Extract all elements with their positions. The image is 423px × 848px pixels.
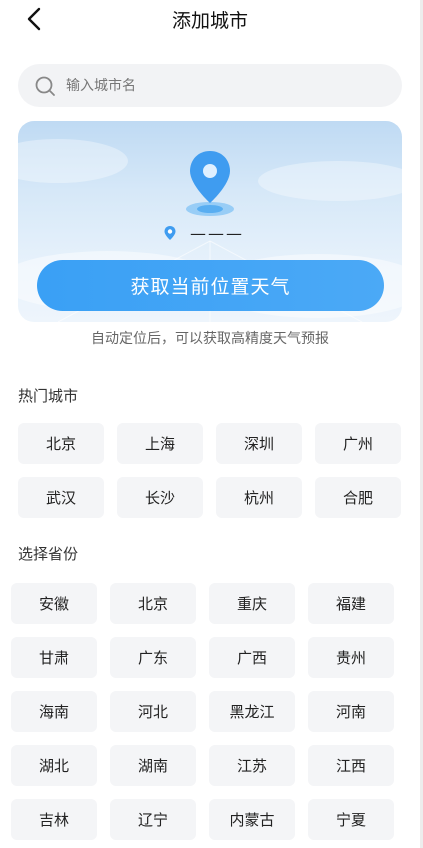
- province-chip[interactable]: 广东: [110, 637, 196, 678]
- hot-cities-grid: 北京 上海 深圳 广州 武汉 长沙 杭州 合肥: [18, 423, 401, 518]
- search-bar[interactable]: [18, 64, 402, 107]
- location-text: ———: [190, 223, 244, 243]
- get-location-weather-button[interactable]: 获取当前位置天气: [37, 260, 384, 311]
- province-chip[interactable]: 海南: [11, 691, 97, 732]
- search-input[interactable]: [66, 77, 366, 94]
- provinces-title: 选择省份: [18, 545, 79, 563]
- location-dot-icon: [164, 226, 176, 240]
- province-chip[interactable]: 内蒙古: [209, 799, 295, 840]
- location-hint: 自动定位后，可以获取高精度天气预报: [91, 331, 329, 347]
- hot-city-chip[interactable]: 北京: [18, 423, 104, 464]
- province-chip[interactable]: 江西: [308, 745, 394, 786]
- hot-city-chip[interactable]: 长沙: [117, 477, 203, 518]
- hot-city-chip[interactable]: 上海: [117, 423, 203, 464]
- province-chip[interactable]: 江苏: [209, 745, 295, 786]
- province-chip[interactable]: 甘肃: [11, 637, 97, 678]
- province-chip[interactable]: 广西: [209, 637, 295, 678]
- province-chip[interactable]: 黑龙江: [209, 691, 295, 732]
- province-chip[interactable]: 福建: [308, 583, 394, 624]
- page-title: 添加城市: [171, 10, 248, 32]
- province-chip[interactable]: 湖北: [11, 745, 97, 786]
- hot-city-chip[interactable]: 武汉: [18, 477, 104, 518]
- province-chip[interactable]: 宁夏: [308, 799, 394, 840]
- province-chip[interactable]: 贵州: [308, 637, 394, 678]
- header: 添加城市: [0, 0, 420, 40]
- search-icon: [35, 76, 55, 96]
- province-chip[interactable]: 重庆: [209, 583, 295, 624]
- location-pin-icon: [186, 151, 234, 216]
- provinces-grid: 安徽 北京 重庆 福建 甘肃 广东 广西 贵州 海南 河北 黑龙江 河南 湖北 …: [11, 583, 394, 840]
- current-location: ———: [162, 223, 244, 243]
- hot-city-chip[interactable]: 杭州: [216, 477, 302, 518]
- hot-city-chip[interactable]: 合肥: [315, 477, 401, 518]
- province-chip[interactable]: 安徽: [11, 583, 97, 624]
- province-chip[interactable]: 河南: [308, 691, 394, 732]
- province-chip[interactable]: 湖南: [110, 745, 196, 786]
- hot-city-chip[interactable]: 深圳: [216, 423, 302, 464]
- province-chip[interactable]: 辽宁: [110, 799, 196, 840]
- province-chip[interactable]: 北京: [110, 583, 196, 624]
- province-chip[interactable]: 河北: [110, 691, 196, 732]
- hot-cities-title: 热门城市: [18, 387, 79, 405]
- province-chip[interactable]: 吉林: [11, 799, 97, 840]
- hot-city-chip[interactable]: 广州: [315, 423, 401, 464]
